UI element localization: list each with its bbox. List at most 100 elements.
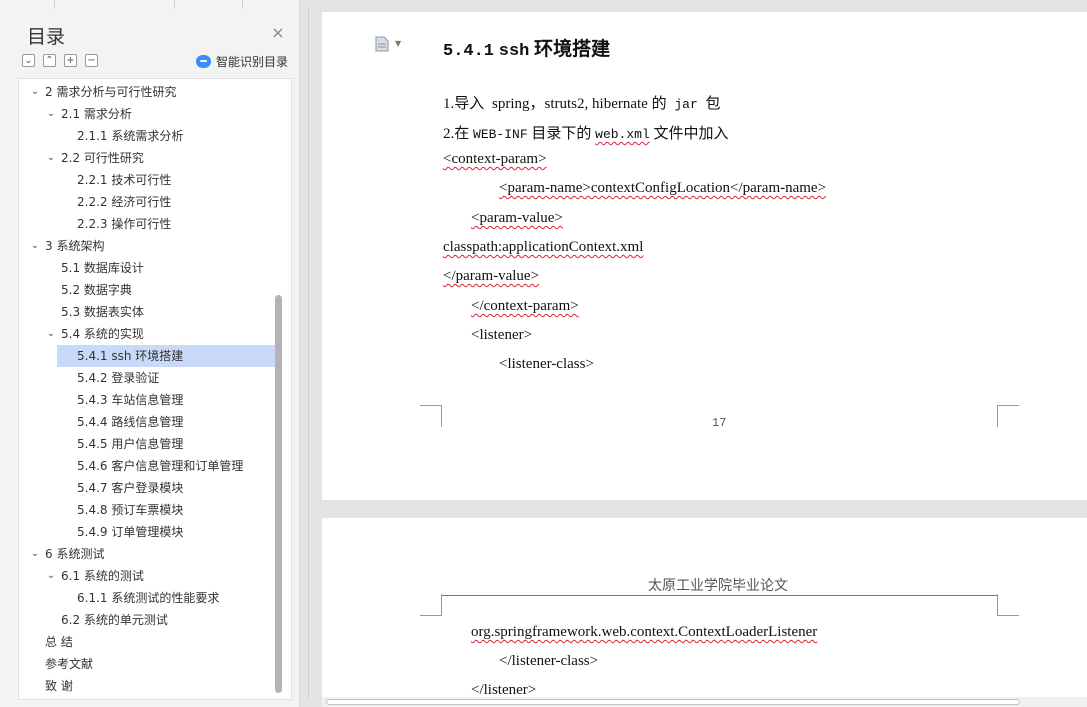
page-number: 17: [712, 416, 727, 430]
chevron-down-icon[interactable]: ⌄: [45, 103, 57, 125]
toc-item-label: 5.4.2 登录验证: [77, 371, 160, 385]
document-horizontal-scrollbar[interactable]: [322, 697, 1087, 707]
doc-line-3: <context-param>: [443, 151, 547, 167]
doc-line-11: org.springframework.web.context.ContextL…: [471, 624, 818, 640]
chevron-down-icon[interactable]: ⌄: [45, 565, 57, 587]
toc-scrollbar-thumb[interactable]: [275, 295, 282, 693]
toc-item-label: 2.1.1 系统需求分析: [77, 129, 184, 143]
toc-item[interactable]: 5.4.4 路线信息管理: [19, 411, 275, 433]
page-header: 太原工业学院毕业论文: [648, 577, 788, 593]
toc-item[interactable]: ⌄ 6.1 系统的测试: [19, 565, 275, 587]
margin-mark-tl: [420, 594, 442, 616]
toc-item-label: 致 谢: [45, 679, 73, 693]
toc-item-label: 5.4.1 ssh 环境搭建: [77, 349, 184, 363]
smart-toc-label: 智能识别目录: [216, 55, 289, 69]
toc-item[interactable]: ⌄ 6 系统测试: [19, 543, 275, 565]
doc-line-5: <param-value>: [471, 210, 563, 226]
toc-item[interactable]: 2.1.1 系统需求分析: [19, 125, 275, 147]
chevron-down-icon[interactable]: ▼: [395, 39, 401, 48]
document-page-next: 太原工业学院毕业论文 org.springframework.web.conte…: [322, 518, 1087, 707]
close-icon[interactable]: ×: [270, 25, 286, 41]
document-canvas: ▼ 5.4.1 ssh 环境搭建 1.导入 spring，struts2, hi…: [322, 0, 1087, 707]
margin-mark-bl: [420, 405, 442, 427]
toc-item-label: 5.4.4 路线信息管理: [77, 415, 184, 429]
toc-item[interactable]: ⌄ 2 需求分析与可行性研究: [19, 81, 275, 103]
toc-item[interactable]: 5.1 数据库设计: [19, 257, 275, 279]
toc-item[interactable]: ⌄ 5.4 系统的实现: [19, 323, 275, 345]
toc-item[interactable]: 2.2.3 操作可行性: [19, 213, 275, 235]
toc-item[interactable]: 5.4.7 客户登录模块: [19, 477, 275, 499]
chevron-down-icon[interactable]: ⌄: [45, 147, 57, 169]
document-icon[interactable]: [375, 36, 389, 52]
doc-line-9: <listener>: [471, 327, 533, 343]
toc-item-label: 参考文献: [45, 657, 94, 671]
toc-item-label: 5.4.7 客户登录模块: [77, 481, 184, 495]
toc-item-label: 5.4 系统的实现: [61, 327, 144, 341]
add-heading-icon[interactable]: +: [64, 54, 77, 67]
chevron-down-icon[interactable]: ⌄: [45, 323, 57, 345]
toc-item-label: 2.1 需求分析: [61, 107, 132, 121]
collapse-all-icon[interactable]: ⌄: [22, 54, 35, 67]
toc-item[interactable]: 致 谢: [19, 675, 275, 697]
chevron-down-icon[interactable]: ⌄: [29, 543, 41, 565]
smart-assistant-icon: [196, 55, 211, 68]
panel-splitter[interactable]: [300, 0, 322, 707]
toc-item-label: 6 系统测试: [45, 547, 105, 561]
header-rule: [442, 595, 997, 596]
toc-item-label: 5.4.9 订单管理模块: [77, 525, 184, 539]
sidebar-title: 目录: [27, 26, 66, 48]
chevron-down-icon[interactable]: ⌄: [29, 235, 41, 257]
doc-line-12: </listener-class>: [499, 653, 599, 669]
toc-item-label: 6.2 系统的单元测试: [61, 613, 168, 627]
toc-item-label: 5.3 数据表实体: [61, 305, 144, 319]
toc-item[interactable]: 5.2 数据字典: [19, 279, 275, 301]
toc-item[interactable]: ⌄ 2.1 需求分析: [19, 103, 275, 125]
toc-item[interactable]: 6.1.1 系统测试的性能要求: [19, 587, 275, 609]
toc-item-label: 5.1 数据库设计: [61, 261, 144, 275]
toc-item[interactable]: 5.4.2 登录验证: [19, 367, 275, 389]
doc-line-7: </param-value>: [443, 268, 540, 284]
toc-item[interactable]: 5.3 数据表实体: [19, 301, 275, 323]
toc-item[interactable]: 2.2.2 经济可行性: [19, 191, 275, 213]
heading-text: 环境搭建: [534, 39, 611, 60]
toc-sidebar: 目录 × ⌄ ⌃ + − 智能识别目录 ⌄ 2 需求分析与可行性研究 ⌄ 2.1 需求…: [0, 0, 300, 707]
chevron-down-icon[interactable]: ⌄: [29, 81, 41, 103]
toc-item[interactable]: 6.2 系统的单元测试: [19, 609, 275, 631]
toc-panel: ⌄ 2 需求分析与可行性研究 ⌄ 2.1 需求分析 2.1.1 系统需求分析 ⌄ 2.2 可…: [18, 78, 292, 700]
toc-item[interactable]: 5.4.1 ssh 环境搭建: [57, 345, 275, 367]
margin-mark-br: [997, 405, 1019, 427]
toc-item[interactable]: ⌄ 3 系统架构: [19, 235, 275, 257]
toc-item[interactable]: 总 结: [19, 631, 275, 653]
toc-item[interactable]: 5.4.6 客户信息管理和订单管理: [19, 455, 275, 477]
toc-item-label: 2 需求分析与可行性研究: [45, 85, 177, 99]
toc-item-label: 5.4.3 车站信息管理: [77, 393, 184, 407]
sidebar-top-dividers: [0, 0, 300, 10]
toc-item-label: 5.4.8 预订车票模块: [77, 503, 184, 517]
heading-ssh: ssh: [498, 42, 530, 61]
doc-line-8: </context-param>: [471, 298, 579, 314]
toc-item[interactable]: 5.4.8 预订车票模块: [19, 499, 275, 521]
document-scrollbar-thumb[interactable]: [326, 699, 1020, 705]
smart-toc-button[interactable]: 智能识别目录: [196, 53, 288, 70]
doc-line-6: classpath:applicationContext.xml: [443, 239, 644, 255]
toc-item-label: 6.1 系统的测试: [61, 569, 144, 583]
toc-item-label: 总 结: [45, 635, 73, 649]
toc-item[interactable]: 5.4.5 用户信息管理: [19, 433, 275, 455]
toc-scrollbar[interactable]: [273, 81, 283, 699]
toc-item-label: 2.2.2 经济可行性: [77, 195, 172, 209]
document-page: ▼ 5.4.1 ssh 环境搭建 1.导入 spring，struts2, hi…: [322, 12, 1087, 500]
toc-item[interactable]: 参考文献: [19, 653, 275, 675]
toc-item-label: 2.2 可行性研究: [61, 151, 144, 165]
toc-item[interactable]: 5.4.9 订单管理模块: [19, 521, 275, 543]
toc-item-label: 5.2 数据字典: [61, 283, 132, 297]
doc-line-10: <listener-class>: [499, 356, 594, 372]
doc-line-4: <param-name>contextConfigLocation</param…: [499, 180, 827, 196]
toc-item[interactable]: 5.4.3 车站信息管理: [19, 389, 275, 411]
margin-mark-tr: [997, 594, 1019, 616]
remove-heading-icon[interactable]: −: [85, 54, 98, 67]
expand-up-icon[interactable]: ⌃: [43, 54, 56, 67]
toc-item[interactable]: ⌄ 2.2 可行性研究: [19, 147, 275, 169]
toc-item[interactable]: 2.2.1 技术可行性: [19, 169, 275, 191]
toc-toolbar: ⌄ ⌃ + −: [22, 54, 98, 70]
toc-item-label: 5.4.5 用户信息管理: [77, 437, 184, 451]
